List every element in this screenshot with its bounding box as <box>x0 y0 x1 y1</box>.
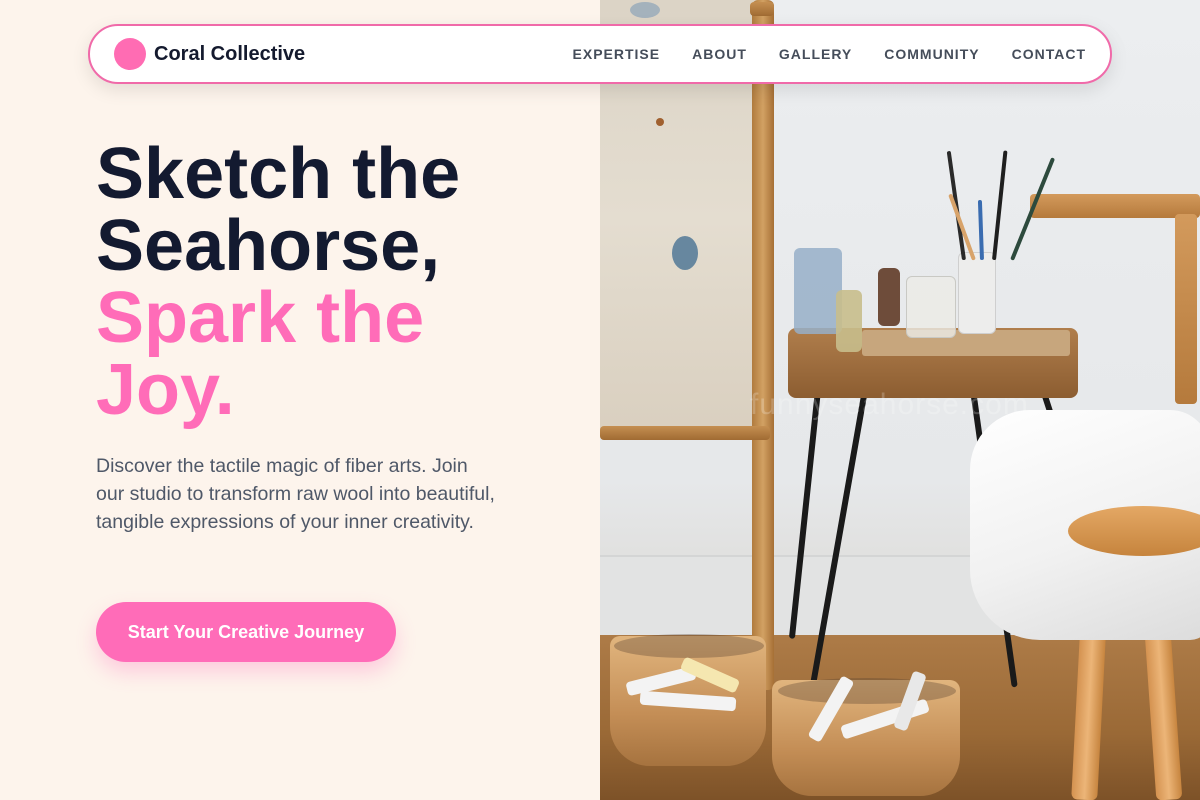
nav-link-contact[interactable]: CONTACT <box>1012 46 1086 62</box>
hero-title: Sketch the Seahorse, Spark the Joy. <box>96 138 586 426</box>
hero-title-line: Seahorse, <box>96 206 441 286</box>
start-journey-button[interactable]: Start Your Creative Journey <box>96 602 396 662</box>
brand[interactable]: Coral Collective <box>114 38 305 70</box>
nav-link-about[interactable]: ABOUT <box>692 46 747 62</box>
nav-links: EXPERTISE ABOUT GALLERY COMMUNITY CONTAC… <box>541 46 1086 62</box>
nav-link-expertise[interactable]: EXPERTISE <box>573 46 661 62</box>
hero-panel: Sketch the Seahorse, Spark the Joy. Disc… <box>0 0 600 800</box>
hero-title-accent-line: Joy. <box>96 350 235 430</box>
brand-name: Coral Collective <box>154 42 306 65</box>
hero-title-line: Sketch the <box>96 134 461 214</box>
nav-link-community[interactable]: COMMUNITY <box>884 46 979 62</box>
logo-circle-icon <box>114 38 146 70</box>
top-navigation: Coral Collective EXPERTISE ABOUT GALLERY… <box>88 24 1112 84</box>
studio-photo: funnyseahorse.com <box>600 0 1200 800</box>
nav-link-gallery[interactable]: GALLERY <box>779 46 852 62</box>
photo-watermark: funnyseahorse.com <box>750 388 1029 421</box>
hero-title-accent-line: Spark the <box>96 278 425 358</box>
hero-description: Discover the tactile magic of fiber arts… <box>96 455 495 533</box>
